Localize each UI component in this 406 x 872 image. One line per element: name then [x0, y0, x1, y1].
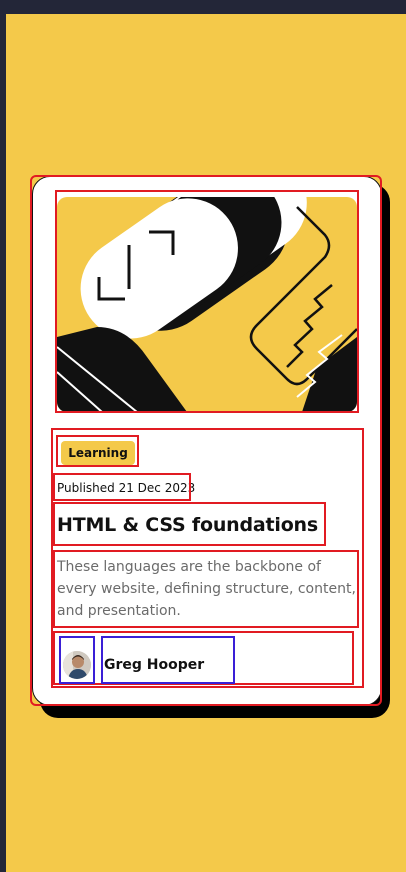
- card-title[interactable]: HTML & CSS foundations: [57, 514, 318, 536]
- hero-illustration: [57, 197, 357, 412]
- author-name: Greg Hooper: [104, 657, 205, 673]
- published-date: Published 21 Dec 2023: [57, 481, 196, 495]
- left-dark-strip: [0, 0, 6, 872]
- top-dark-strip: [0, 0, 406, 14]
- user-avatar-icon: [63, 651, 91, 679]
- author-avatar: [63, 651, 91, 679]
- abstract-illustration-icon: [57, 197, 357, 412]
- card-description: These languages are the backbone of ever…: [57, 559, 356, 619]
- category-tag: Learning: [61, 441, 135, 465]
